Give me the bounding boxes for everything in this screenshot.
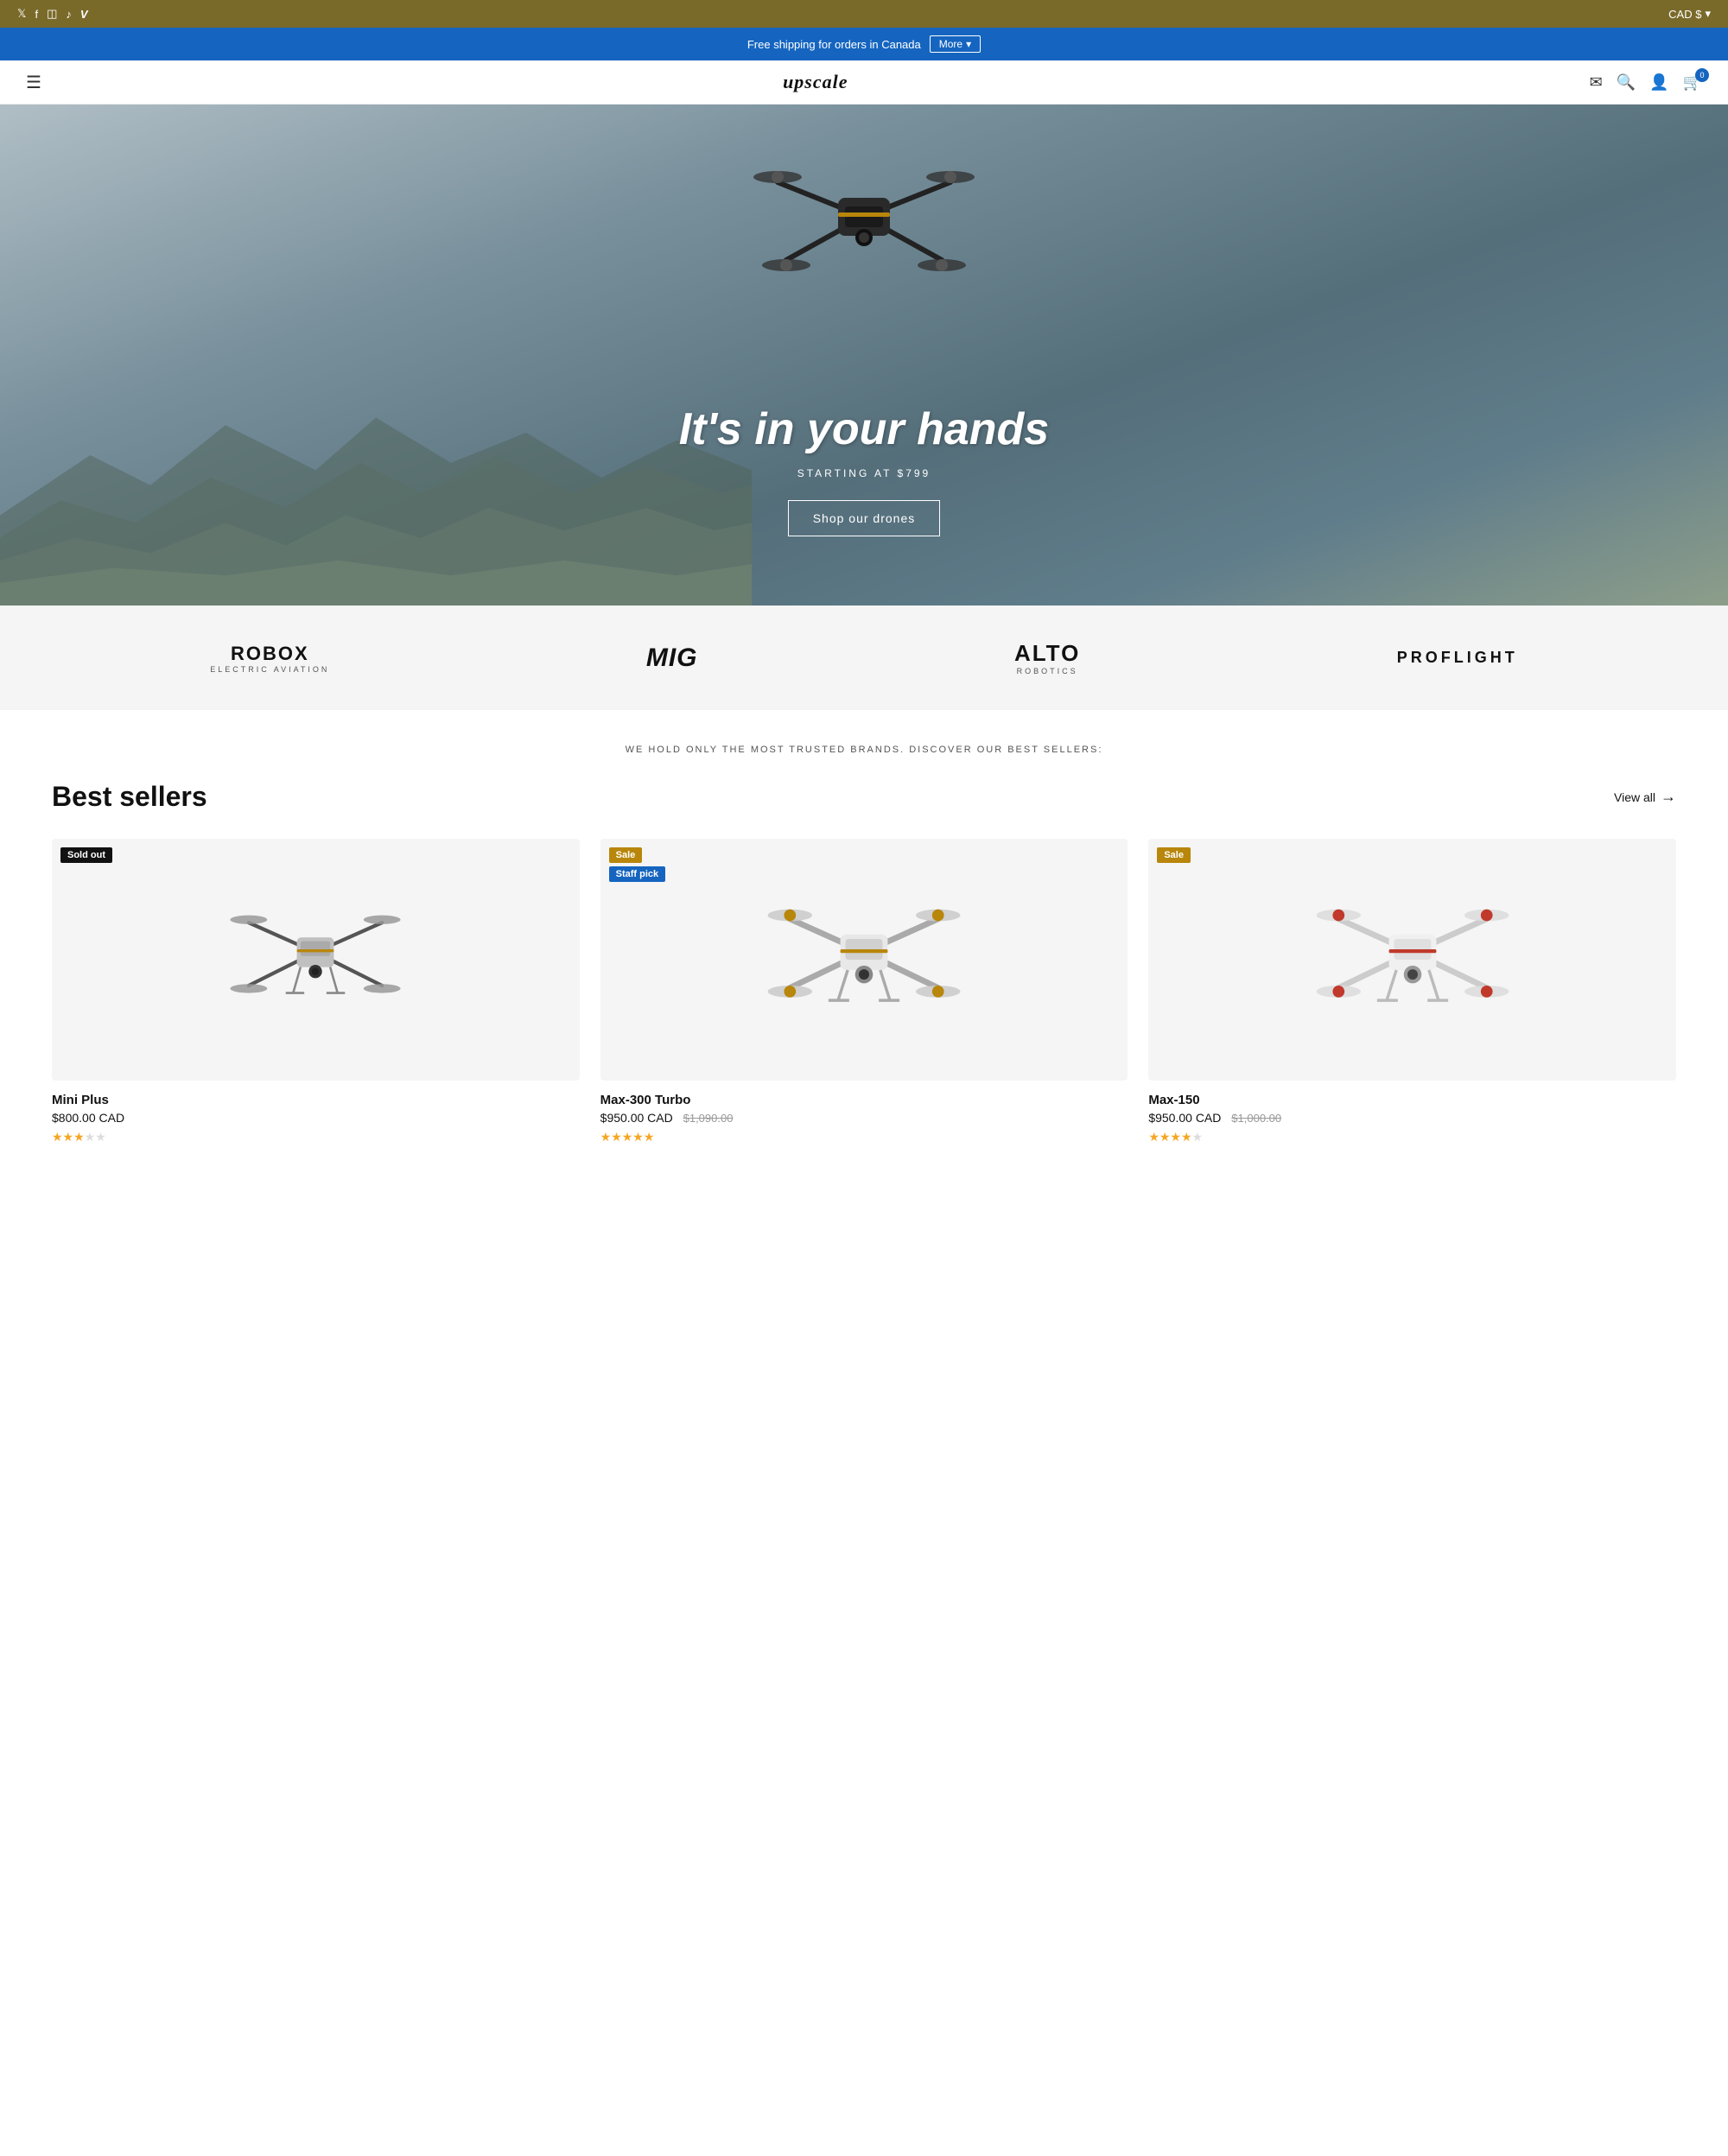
brand-robox-sub: ELECTRIC AVIATION [210,665,329,674]
logo[interactable]: upscale [783,71,848,93]
product-name: Max-150 [1148,1093,1676,1107]
product-name: Max-300 Turbo [600,1093,1128,1107]
cart-icon[interactable]: 🛒 0 [1683,73,1702,92]
twitter-icon: 𝕏 [17,7,26,20]
product-card-max150[interactable]: Sale [1148,839,1676,1145]
search-icon[interactable]: 🔍 [1617,73,1636,92]
twitter-link[interactable]: 𝕏 [17,7,26,21]
product-stars: ★★★★★ [600,1130,1128,1145]
brand-alto[interactable]: alto ROBOTICS [1014,640,1080,675]
product-price: $950.00 CAD $1,000.00 [1148,1111,1676,1125]
brand-robox[interactable]: ROBOX ELECTRIC AVIATION [210,643,329,674]
header-right: ✉ 🔍 👤 🛒 0 [1590,73,1702,92]
hero-subtitle: Starting at $799 [679,467,1049,479]
product-image-max150: Sale [1148,839,1676,1081]
account-icon[interactable]: 👤 [1649,73,1668,92]
product-name: Mini Plus [52,1093,580,1107]
product-price: $950.00 CAD $1,090.00 [600,1111,1128,1125]
sale-badge: Sale [609,847,643,863]
product-stars: ★★★★★ [1148,1130,1676,1145]
drone-max300-svg [760,878,968,1042]
right-arrow-icon: → [1661,788,1676,806]
cart-count: 0 [1695,68,1709,82]
email-icon[interactable]: ✉ [1590,73,1603,92]
drone-max150-svg [1309,878,1516,1042]
hero-section: It's in your hands Starting at $799 Shop… [0,105,1728,606]
products-grid: Sold out [52,839,1676,1145]
product-card-mini-plus[interactable]: Sold out [52,839,580,1145]
best-sellers-section: WE HOLD ONLY THE MOST TRUSTED BRANDS. DI… [0,710,1728,1196]
brand-proflight[interactable]: PROFLIGHT [1397,649,1518,667]
brand-proflight-name: PROFLIGHT [1397,649,1518,666]
hamburger-icon[interactable]: ☰ [26,72,41,93]
instagram-link[interactable]: ◫ [47,7,57,21]
instagram-icon: ◫ [47,7,57,20]
shop-drones-button[interactable]: Shop our drones [788,500,941,536]
product-card-max300[interactable]: Sale Staff pick [600,839,1128,1145]
vimeo-link[interactable]: V [80,8,88,21]
hero-text: It's in your hands Starting at $799 Shop… [679,403,1049,536]
brand-alto-name: alto [1014,640,1080,667]
more-button[interactable]: More ▾ [930,35,981,53]
staff-pick-badge: Staff pick [609,866,666,882]
brand-alto-sub: ROBOTICS [1017,667,1078,675]
section-header: Best sellers View all → [52,781,1676,813]
brand-robox-name: ROBOX [231,643,309,665]
sale-badge: Sale [1157,847,1191,863]
brands-bar: ROBOX ELECTRIC AVIATION MIG alto ROBOTIC… [0,606,1728,710]
drone-image [708,130,1020,303]
view-all-link[interactable]: View all → [1614,788,1676,806]
section-title: Best sellers [52,781,207,813]
announcement-text: Free shipping for orders in Canada [747,38,921,51]
hero-mountains-svg [0,305,752,606]
product-image-max300: Sale Staff pick [600,839,1128,1081]
facebook-icon: f [35,8,38,21]
drone-svg [726,139,1002,295]
brand-mig-name: MIG [646,644,698,672]
header-left: ☰ [26,72,41,93]
tiktok-icon: ♪ [66,8,72,21]
sold-out-badge: Sold out [60,847,112,863]
announcement-bar: Free shipping for orders in Canada More … [0,28,1728,60]
product-price: $800.00 CAD [52,1111,580,1125]
header: ☰ upscale ✉ 🔍 👤 🛒 0 [0,60,1728,105]
vimeo-icon: V [80,8,88,21]
top-bar: 𝕏 f ◫ ♪ V CAD $ ▾ [0,0,1728,28]
chevron-down-icon: ▾ [1705,7,1711,21]
currency-selector[interactable]: CAD $ ▾ [1668,7,1711,21]
drone-mini-plus-svg [212,878,419,1042]
facebook-link[interactable]: f [35,8,38,21]
social-links: 𝕏 f ◫ ♪ V [17,7,88,21]
view-all-label: View all [1614,790,1655,804]
hero-title: It's in your hands [679,403,1049,455]
product-stars: ★★★★★ [52,1130,580,1145]
tiktok-link[interactable]: ♪ [66,8,72,21]
brand-mig[interactable]: MIG [646,644,698,673]
section-tagline: WE HOLD ONLY THE MOST TRUSTED BRANDS. DI… [52,745,1676,755]
product-image-mini-plus: Sold out [52,839,580,1081]
chevron-down-icon: ▾ [966,38,971,50]
currency-label: CAD $ [1668,8,1701,21]
